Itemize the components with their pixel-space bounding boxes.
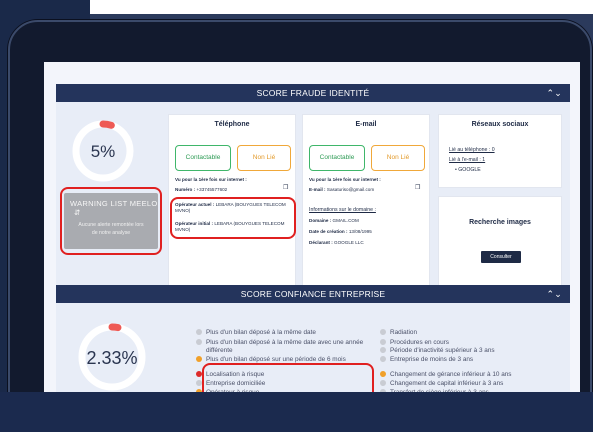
email-nonlie-badge: Non Lié bbox=[371, 145, 425, 171]
tablet-screen: SCORE FRAUDE IDENTITÉ ⌃⌄ 5% WARNING LIST… bbox=[44, 62, 580, 432]
fraud-score-value: 5% bbox=[90, 142, 116, 161]
status-dot-icon bbox=[380, 380, 386, 386]
criteria-item: Entreprise de moins de 3 ans bbox=[380, 356, 473, 364]
criteria-item: différente bbox=[206, 347, 233, 354]
telephone-title: Téléphone bbox=[214, 121, 250, 128]
confiance-section-header[interactable]: SCORE CONFIANCE ENTREPRISE ⌃⌄ bbox=[56, 285, 570, 303]
email-first-seen: Vu pour la 1ère fois sur internet : bbox=[309, 177, 381, 182]
email-domaine: Domaine : GMAIL.COM bbox=[309, 218, 359, 223]
status-dot-icon bbox=[196, 329, 202, 335]
collapse-chevron-icon[interactable]: ⌃⌄ bbox=[547, 84, 562, 102]
criteria-item: Radiation bbox=[380, 329, 417, 337]
confiance-section-title: SCORE CONFIANCE ENTREPRISE bbox=[240, 289, 386, 299]
highlight-operateur-outline bbox=[170, 197, 296, 239]
recherche-images-title: Recherche images bbox=[469, 219, 531, 226]
copy-icon[interactable]: ❐ bbox=[283, 185, 288, 191]
telephone-numero: Numéro : +33745577602 bbox=[175, 187, 228, 192]
email-address: E-mail : Sasaturiso@gmail.com bbox=[309, 187, 375, 192]
tablet-frame: SCORE FRAUDE IDENTITÉ ⌃⌄ 5% WARNING LIST… bbox=[8, 20, 592, 432]
telephone-first-seen: Vu pour la 1ère fois sur internet : bbox=[175, 177, 247, 182]
criteria-item: Plus d'un bilan déposé à la même date bbox=[196, 329, 316, 337]
consulter-button[interactable]: Consulter bbox=[481, 251, 521, 263]
reseaux-lie-email[interactable]: Lié à l'e-mail : 1 bbox=[449, 157, 485, 163]
telephone-contactable-badge: Contactable bbox=[175, 145, 231, 171]
background-bottom bbox=[0, 392, 593, 432]
fraud-section-title: SCORE FRAUDE IDENTITÉ bbox=[256, 88, 370, 98]
status-dot-icon bbox=[380, 347, 386, 353]
criteria-item: Période d'inactivité supérieur à 3 ans bbox=[380, 347, 495, 355]
status-dot-icon bbox=[380, 339, 386, 345]
reseaux-lie-telephone[interactable]: Lié au téléphone : 0 bbox=[449, 147, 495, 153]
criteria-item: Changement de capital inférieur à 3 ans bbox=[380, 380, 503, 388]
status-dot-icon bbox=[196, 339, 202, 345]
email-domain-info: Informations sur le domaine : bbox=[309, 207, 376, 213]
status-dot-icon bbox=[380, 329, 386, 335]
email-contactable-badge: Contactable bbox=[309, 145, 365, 171]
recherche-images-card: Recherche images Consulter bbox=[438, 196, 562, 292]
criteria-item: Changement de gérance inférieur à 10 ans bbox=[380, 371, 512, 379]
fraud-section-header[interactable]: SCORE FRAUDE IDENTITÉ ⌃⌄ bbox=[56, 84, 570, 102]
reseaux-sociaux-title: Réseaux sociaux bbox=[471, 121, 529, 128]
criteria-item: Procédures en cours bbox=[380, 339, 449, 347]
reseaux-google: • GOOGLE bbox=[455, 167, 481, 173]
background-top-strip bbox=[90, 0, 593, 14]
telephone-nonlie-badge: Non Lié bbox=[237, 145, 291, 171]
fraud-section-body: 5% WARNING LIST MEELO ⇵ Aucune alerte re… bbox=[56, 102, 570, 294]
status-dot-icon bbox=[380, 371, 386, 377]
reseaux-sociaux-card: Réseaux sociaux Lié au téléphone : 0 Lié… bbox=[438, 114, 562, 188]
collapse-chevron-icon[interactable]: ⌃⌄ bbox=[547, 285, 562, 303]
email-creation-date: Date de création : 13/08/1995 bbox=[309, 229, 372, 234]
criteria-item: Plus d'un bilan déposé à la même date av… bbox=[196, 339, 363, 347]
highlight-warning-outline bbox=[60, 187, 162, 255]
copy-icon[interactable]: ❐ bbox=[415, 185, 420, 191]
status-dot-icon bbox=[196, 356, 202, 362]
confiance-score-value: 2.33% bbox=[86, 348, 138, 368]
email-declarant: Déclarant : GOOGLE LLC bbox=[309, 240, 364, 245]
email-title: E-mail bbox=[355, 121, 377, 128]
status-dot-icon bbox=[380, 356, 386, 362]
email-card: E-mail Contactable Non Lié Vu pour la 1è… bbox=[302, 114, 430, 292]
